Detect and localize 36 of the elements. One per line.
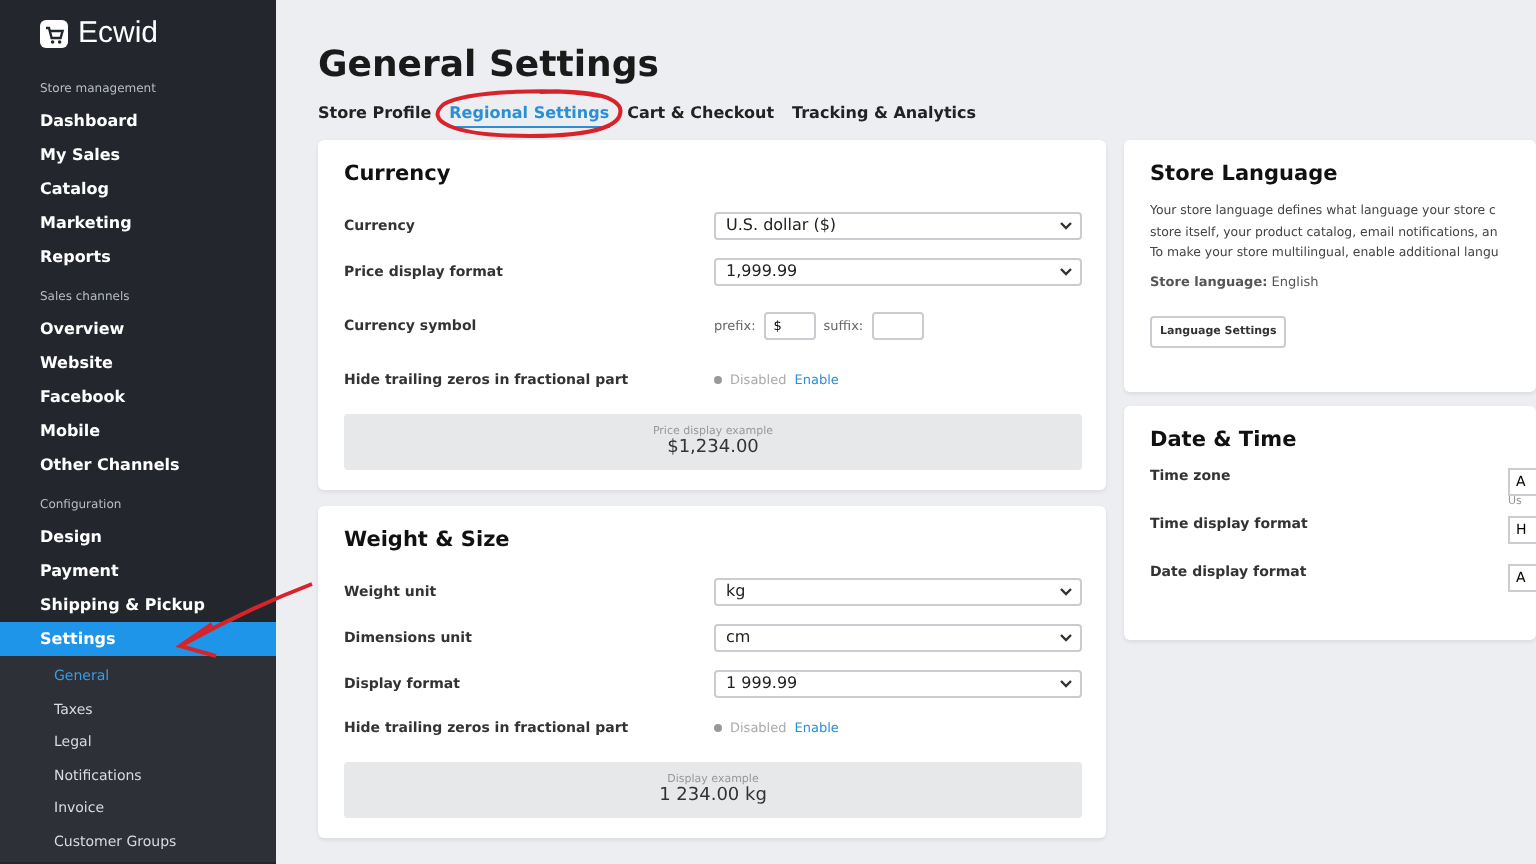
card-title: Currency <box>344 162 453 186</box>
chevron-down-icon <box>1060 679 1072 687</box>
sidebar-item[interactable]: Dashboard <box>0 104 276 138</box>
dropdown[interactable]: 1,999.99 <box>714 257 1082 285</box>
sidebar-item[interactable]: Facebook <box>0 380 276 414</box>
tab[interactable]: Tracking & Analytics <box>792 104 977 128</box>
suffix-field[interactable] <box>871 312 924 340</box>
sidebar-item[interactable]: Mobile <box>0 414 276 448</box>
sidebar-item[interactable]: Overview <box>0 312 276 346</box>
cart-logo-icon <box>40 19 68 47</box>
logo-text: Ecwid <box>78 16 159 50</box>
tab[interactable]: Store Profile <box>318 104 432 128</box>
dropdown[interactable]: U.S. dollar ($) <box>714 211 1082 239</box>
example-value: $1,234.00 <box>667 438 759 458</box>
tab[interactable]: Cart & Checkout <box>627 104 775 128</box>
sidebar-item[interactable]: Catalog <box>0 172 276 206</box>
chevron-down-icon <box>1060 633 1072 641</box>
dropdown[interactable]: kg <box>714 577 1082 605</box>
card-title: Date & Time <box>1150 427 1299 451</box>
card-title: Weight & Size <box>344 528 512 552</box>
chevron-down-icon <box>1060 267 1072 275</box>
sidebar-item[interactable]: Marketing <box>0 206 276 240</box>
sidebar-item[interactable]: Reports <box>0 240 276 274</box>
sidebar-item[interactable]: Shipping & Pickup <box>0 588 276 622</box>
card-title: Store Language <box>1150 162 1340 186</box>
chevron-down-icon <box>1060 221 1072 229</box>
dropdown[interactable]: 1 999.99 <box>714 669 1082 697</box>
sidebar-item[interactable]: Website <box>0 346 276 380</box>
page-title: General Settings <box>318 44 661 86</box>
sidebar-item[interactable]: Design <box>0 520 276 554</box>
dropdown[interactable]: cm <box>714 623 1082 651</box>
sidebar-item[interactable]: Payment <box>0 554 276 588</box>
sidebar-item[interactable]: Other Channels <box>0 448 276 482</box>
example-value: 1 234.00 kg <box>659 786 767 806</box>
sidebar-item[interactable]: My Sales <box>0 138 276 172</box>
chevron-down-icon <box>1060 587 1072 595</box>
